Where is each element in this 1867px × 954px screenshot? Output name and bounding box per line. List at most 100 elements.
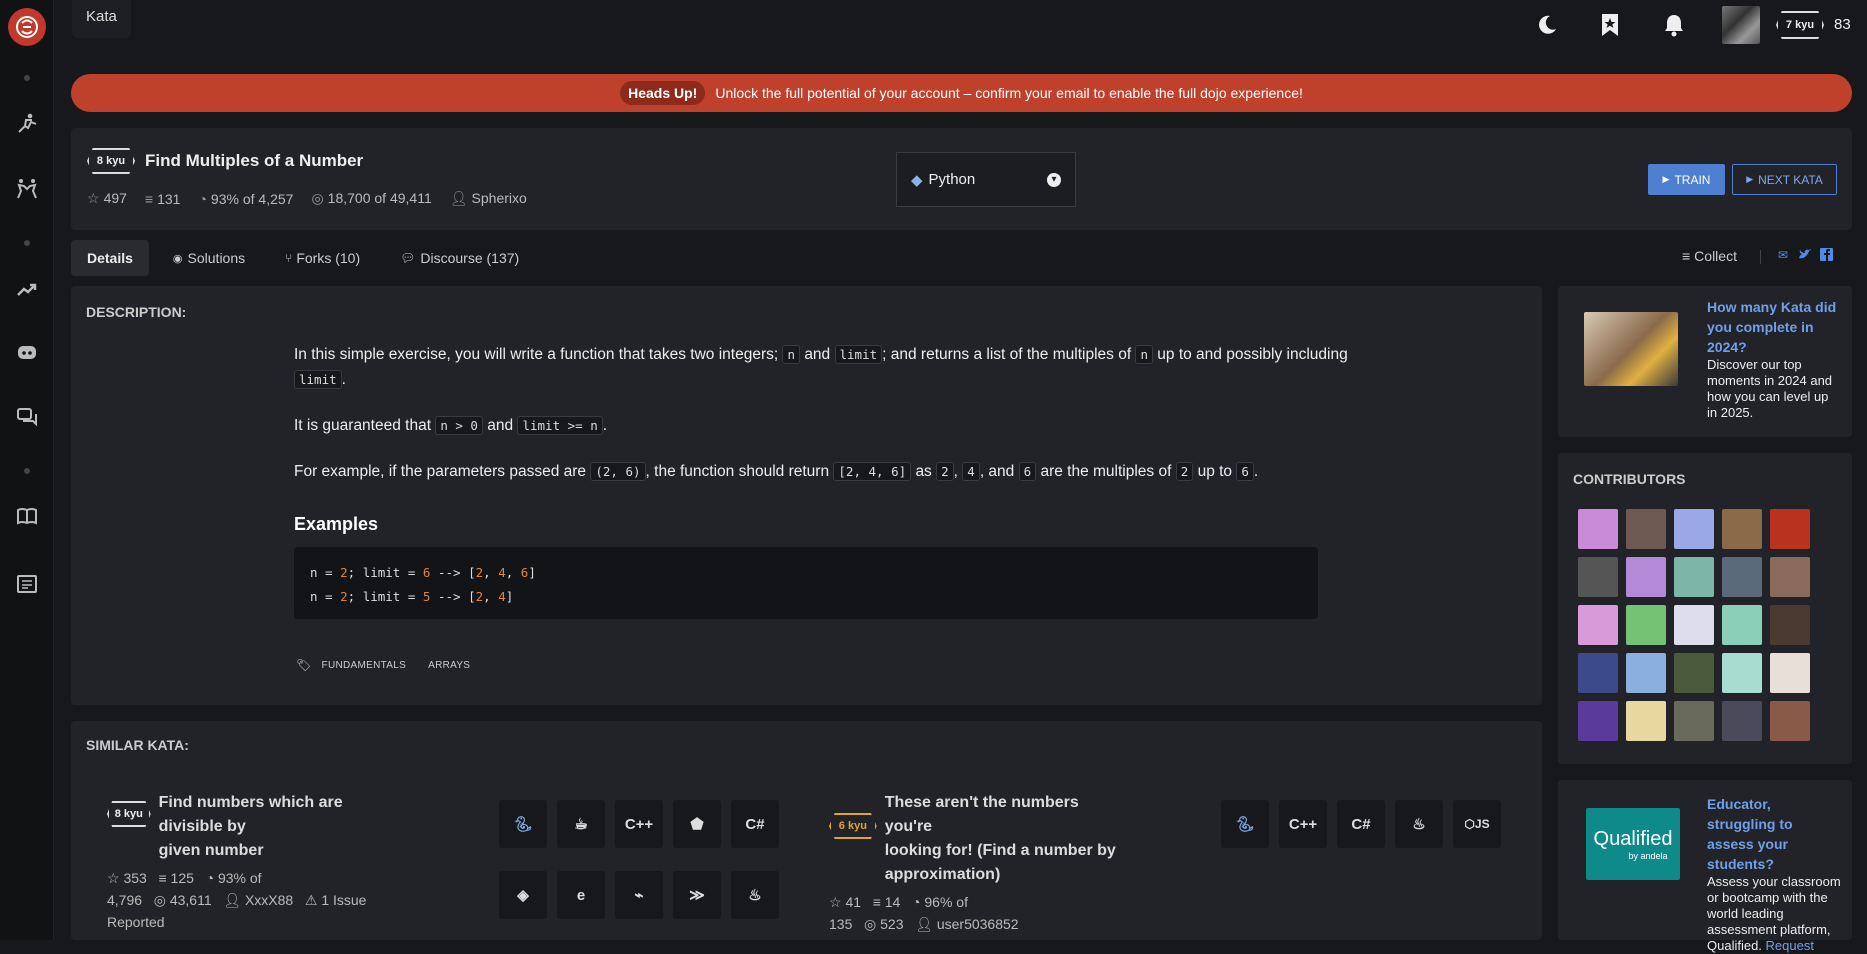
javascript-icon[interactable]: ⬡JS — [1453, 800, 1501, 848]
avatar[interactable] — [1578, 509, 1618, 549]
similar-kata-title[interactable]: approximation) — [885, 863, 1129, 887]
tag-arrays[interactable]: ARRAYS — [428, 660, 470, 671]
avatar[interactable] — [1674, 509, 1714, 549]
satisfaction-rate: 93% of — [217, 870, 262, 886]
avatar[interactable] — [1722, 557, 1762, 597]
avatar[interactable] — [1626, 557, 1666, 597]
collect-button[interactable]: ≡ Collect — [1682, 248, 1737, 264]
avatar[interactable] — [1578, 653, 1618, 693]
share-facebook-icon[interactable] — [1820, 248, 1834, 262]
bookmark-star-icon[interactable] — [1597, 12, 1623, 38]
tab-solutions[interactable]: ◉ Solutions — [157, 240, 261, 276]
cpp-icon[interactable]: C++ — [1279, 800, 1327, 848]
python-icon[interactable]: 🐍︎ — [499, 800, 547, 848]
text: including — [1286, 346, 1348, 363]
avatar[interactable] — [1674, 557, 1714, 597]
avatar[interactable] — [1674, 605, 1714, 645]
dart-icon[interactable]: ⌁ — [615, 871, 663, 919]
tag-fundamentals[interactable]: FUNDAMENTALS — [322, 660, 407, 671]
avatar[interactable] — [1578, 701, 1618, 741]
tab-forks-label: Forks (10) — [296, 250, 361, 266]
satisfaction-votes: 4,796 — [107, 892, 143, 908]
language-select[interactable]: ◆ Python ▾ — [896, 152, 1076, 207]
coffeescript-icon[interactable]: ☕︎ — [557, 800, 605, 848]
dark-mode-moon-icon[interactable] — [1534, 12, 1560, 38]
kata-author[interactable]: Spherixo — [472, 190, 527, 206]
similar-kata-title[interactable]: Find numbers which are divisible by — [159, 791, 407, 839]
csharp-icon[interactable]: C# — [731, 800, 779, 848]
notifications-bell-icon[interactable] — [1661, 12, 1687, 38]
avatar[interactable] — [1578, 605, 1618, 645]
next-kata-button[interactable]: ▶ NEXT KATA — [1732, 164, 1837, 195]
stars-count: 41 — [845, 894, 862, 910]
satisfaction-votes: 135 — [829, 916, 853, 932]
text: and — [804, 346, 831, 363]
elixir-icon[interactable]: ◈ — [499, 871, 547, 919]
avatar[interactable] — [1578, 557, 1618, 597]
forum-chat-icon[interactable] — [14, 404, 40, 430]
csharp-icon[interactable]: C# — [1337, 800, 1385, 848]
warning-triangle-icon: ⚠ — [304, 892, 318, 908]
similar-kata-title[interactable]: given number — [159, 839, 407, 863]
avatar[interactable] — [1722, 509, 1762, 549]
share-twitter-icon[interactable] — [1798, 248, 1812, 262]
avatar[interactable] — [1770, 701, 1810, 741]
haskell-icon[interactable]: ≫ — [673, 871, 721, 919]
user-avatar[interactable] — [1722, 6, 1760, 44]
dojo-icon[interactable] — [14, 176, 40, 202]
leaderboard-trend-icon[interactable] — [14, 277, 40, 303]
crystal-icon[interactable]: ⬟ — [673, 800, 721, 848]
inline-code: [2, 4, 6] — [833, 462, 912, 481]
avatar[interactable] — [1770, 509, 1810, 549]
kata-author[interactable]: user5036852 — [937, 916, 1019, 932]
discord-icon[interactable] — [14, 340, 40, 366]
java-icon[interactable]: ♨ — [731, 871, 779, 919]
training-icon[interactable] — [14, 111, 40, 137]
tab-discourse[interactable]: 💬︎ Discourse (137) — [384, 240, 535, 276]
avatar[interactable] — [1626, 653, 1666, 693]
codewars-logo-icon[interactable] — [8, 8, 46, 46]
similar-kyu-badge: 8 kyu — [107, 801, 151, 827]
train-label: TRAIN — [1674, 172, 1711, 187]
avatar[interactable] — [1770, 653, 1810, 693]
avatar[interactable] — [1770, 605, 1810, 645]
promo-title[interactable]: Educator, struggling to assess your stud… — [1707, 794, 1843, 874]
similar-kata-item[interactable]: 6 kyu These aren't the numbers you're lo… — [829, 791, 1129, 935]
share-email-icon[interactable]: ✉ — [1778, 248, 1792, 262]
avatar[interactable] — [1626, 701, 1666, 741]
avatar[interactable] — [1722, 605, 1762, 645]
qualified-promo[interactable]: Qualified by andela Educator, struggling… — [1558, 780, 1852, 953]
inline-code: 4 — [962, 462, 980, 481]
kata-author[interactable]: XxxX88 — [245, 892, 293, 908]
promo-title[interactable]: How many Kata did you complete in 2024? — [1707, 297, 1841, 357]
similar-kata-title[interactable]: These aren't the numbers you're — [885, 791, 1129, 839]
tab-forks[interactable]: ⑂ Forks (10) — [269, 240, 376, 276]
avatar[interactable] — [1722, 653, 1762, 693]
cpp-icon[interactable]: C++ — [615, 800, 663, 848]
year-in-review-promo[interactable]: How many Kata did you complete in 2024? … — [1558, 286, 1852, 437]
star-icon: ☆ — [107, 870, 120, 886]
avatar[interactable] — [1674, 701, 1714, 741]
play-icon: ▶ — [1746, 174, 1754, 184]
java-icon[interactable]: ♨ — [1395, 800, 1443, 848]
kata-header: 8 kyu Find Multiples of a Number ☆ 497 ≡ 1… — [71, 128, 1852, 230]
similar-kata-item[interactable]: 8 kyu Find numbers which are divisible b… — [107, 791, 407, 933]
collections-count: 131 — [157, 190, 181, 207]
docs-book-icon[interactable] — [14, 503, 40, 529]
avatar[interactable] — [1674, 653, 1714, 693]
avatar[interactable] — [1722, 701, 1762, 741]
avatar[interactable] — [1770, 557, 1810, 597]
erlang-icon[interactable]: e — [557, 871, 605, 919]
train-button[interactable]: ▶ TRAIN — [1648, 164, 1725, 195]
avatar[interactable] — [1626, 509, 1666, 549]
request-link[interactable]: Request — [1766, 938, 1814, 953]
section-tab-kata[interactable]: Kata — [72, 0, 131, 38]
completed-count: 523 — [880, 916, 904, 932]
python-icon[interactable]: 🐍︎ — [1221, 800, 1269, 848]
author-user-icon: 👤︎ — [449, 190, 468, 206]
avatar[interactable] — [1626, 605, 1666, 645]
collections-count: 125 — [170, 870, 194, 886]
tab-details[interactable]: Details — [71, 240, 149, 276]
similar-kata-title[interactable]: looking for! (Find a number by — [885, 839, 1129, 863]
blog-news-icon[interactable] — [14, 571, 40, 597]
